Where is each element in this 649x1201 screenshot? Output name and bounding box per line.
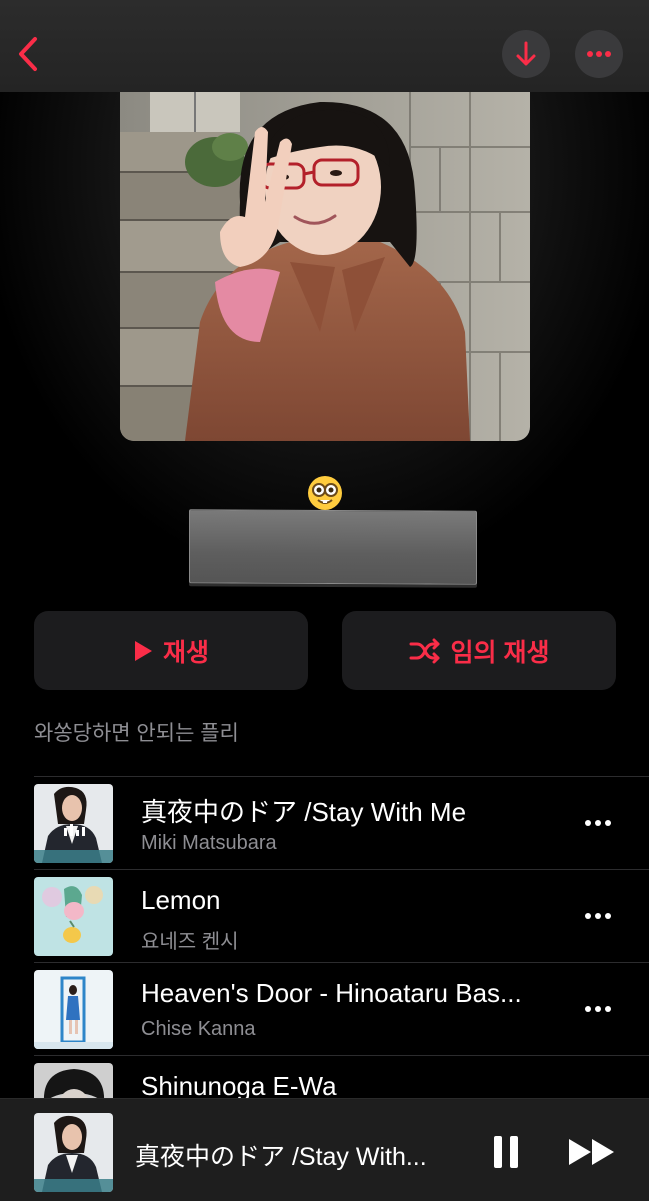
track-artist: Miki Matsubara <box>141 832 277 854</box>
track-row[interactable]: 真夜中のドア /Stay With Me Miki Matsubara <box>0 776 649 869</box>
chevron-left-icon <box>19 37 37 71</box>
track-list: 真夜中のドア /Stay With Me Miki Matsubara Lemo… <box>0 776 649 1148</box>
ellipsis-icon <box>585 1006 611 1012</box>
ellipsis-icon <box>587 51 611 57</box>
shuffle-button[interactable]: 임의 재생 <box>342 611 616 690</box>
row-divider <box>34 1055 649 1056</box>
row-divider <box>34 869 649 870</box>
playlist-emoji <box>307 475 343 511</box>
track-artwork <box>34 877 113 956</box>
track-title: 真夜中のドア /Stay With Me <box>141 797 467 827</box>
now-playing-title: 真夜中のドア /Stay With... <box>135 1143 427 1171</box>
track-row[interactable]: Heaven's Door - Hinoataru Bas... Chise K… <box>0 962 649 1055</box>
play-button[interactable]: 재생 <box>34 611 308 690</box>
track-title: Heaven's Door - Hinoataru Bas... <box>141 978 522 1008</box>
shuffle-icon <box>409 638 440 663</box>
play-icon <box>134 640 152 661</box>
track-more-button[interactable] <box>578 905 618 927</box>
playlist-title <box>189 509 477 585</box>
playlist-artwork <box>120 92 530 441</box>
fast-forward-button[interactable] <box>564 1132 620 1172</box>
arrow-down-icon <box>516 41 536 66</box>
row-divider <box>34 962 649 963</box>
playlist-title-text <box>190 510 476 583</box>
pause-icon <box>494 1136 518 1168</box>
row-divider <box>34 776 649 777</box>
track-row[interactable]: Lemon 요네즈 켄시 <box>0 869 649 962</box>
mini-player[interactable]: 真夜中のドア /Stay With... <box>0 1098 649 1201</box>
playlist-description: 와쏭당하면 안되는 플리 <box>34 722 239 745</box>
track-more-button[interactable] <box>578 812 618 834</box>
play-button-label: 재생 <box>162 638 209 667</box>
ellipsis-icon <box>585 913 611 919</box>
nav-bar <box>0 0 649 92</box>
back-button[interactable] <box>10 32 46 76</box>
track-more-button[interactable] <box>578 998 618 1020</box>
track-artist: 요네즈 켄시 <box>141 931 239 953</box>
shuffle-button-label: 임의 재생 <box>450 638 550 667</box>
ellipsis-icon <box>585 820 611 826</box>
track-artist: Chise Kanna <box>141 1018 256 1040</box>
download-button[interactable] <box>502 30 550 78</box>
track-artwork <box>34 970 113 1049</box>
track-artwork <box>34 784 113 863</box>
track-title: Lemon <box>141 885 221 915</box>
more-options-button[interactable] <box>575 30 623 78</box>
now-playing-artwork <box>34 1113 113 1192</box>
pause-button[interactable] <box>486 1132 526 1172</box>
fast-forward-icon <box>569 1139 614 1165</box>
